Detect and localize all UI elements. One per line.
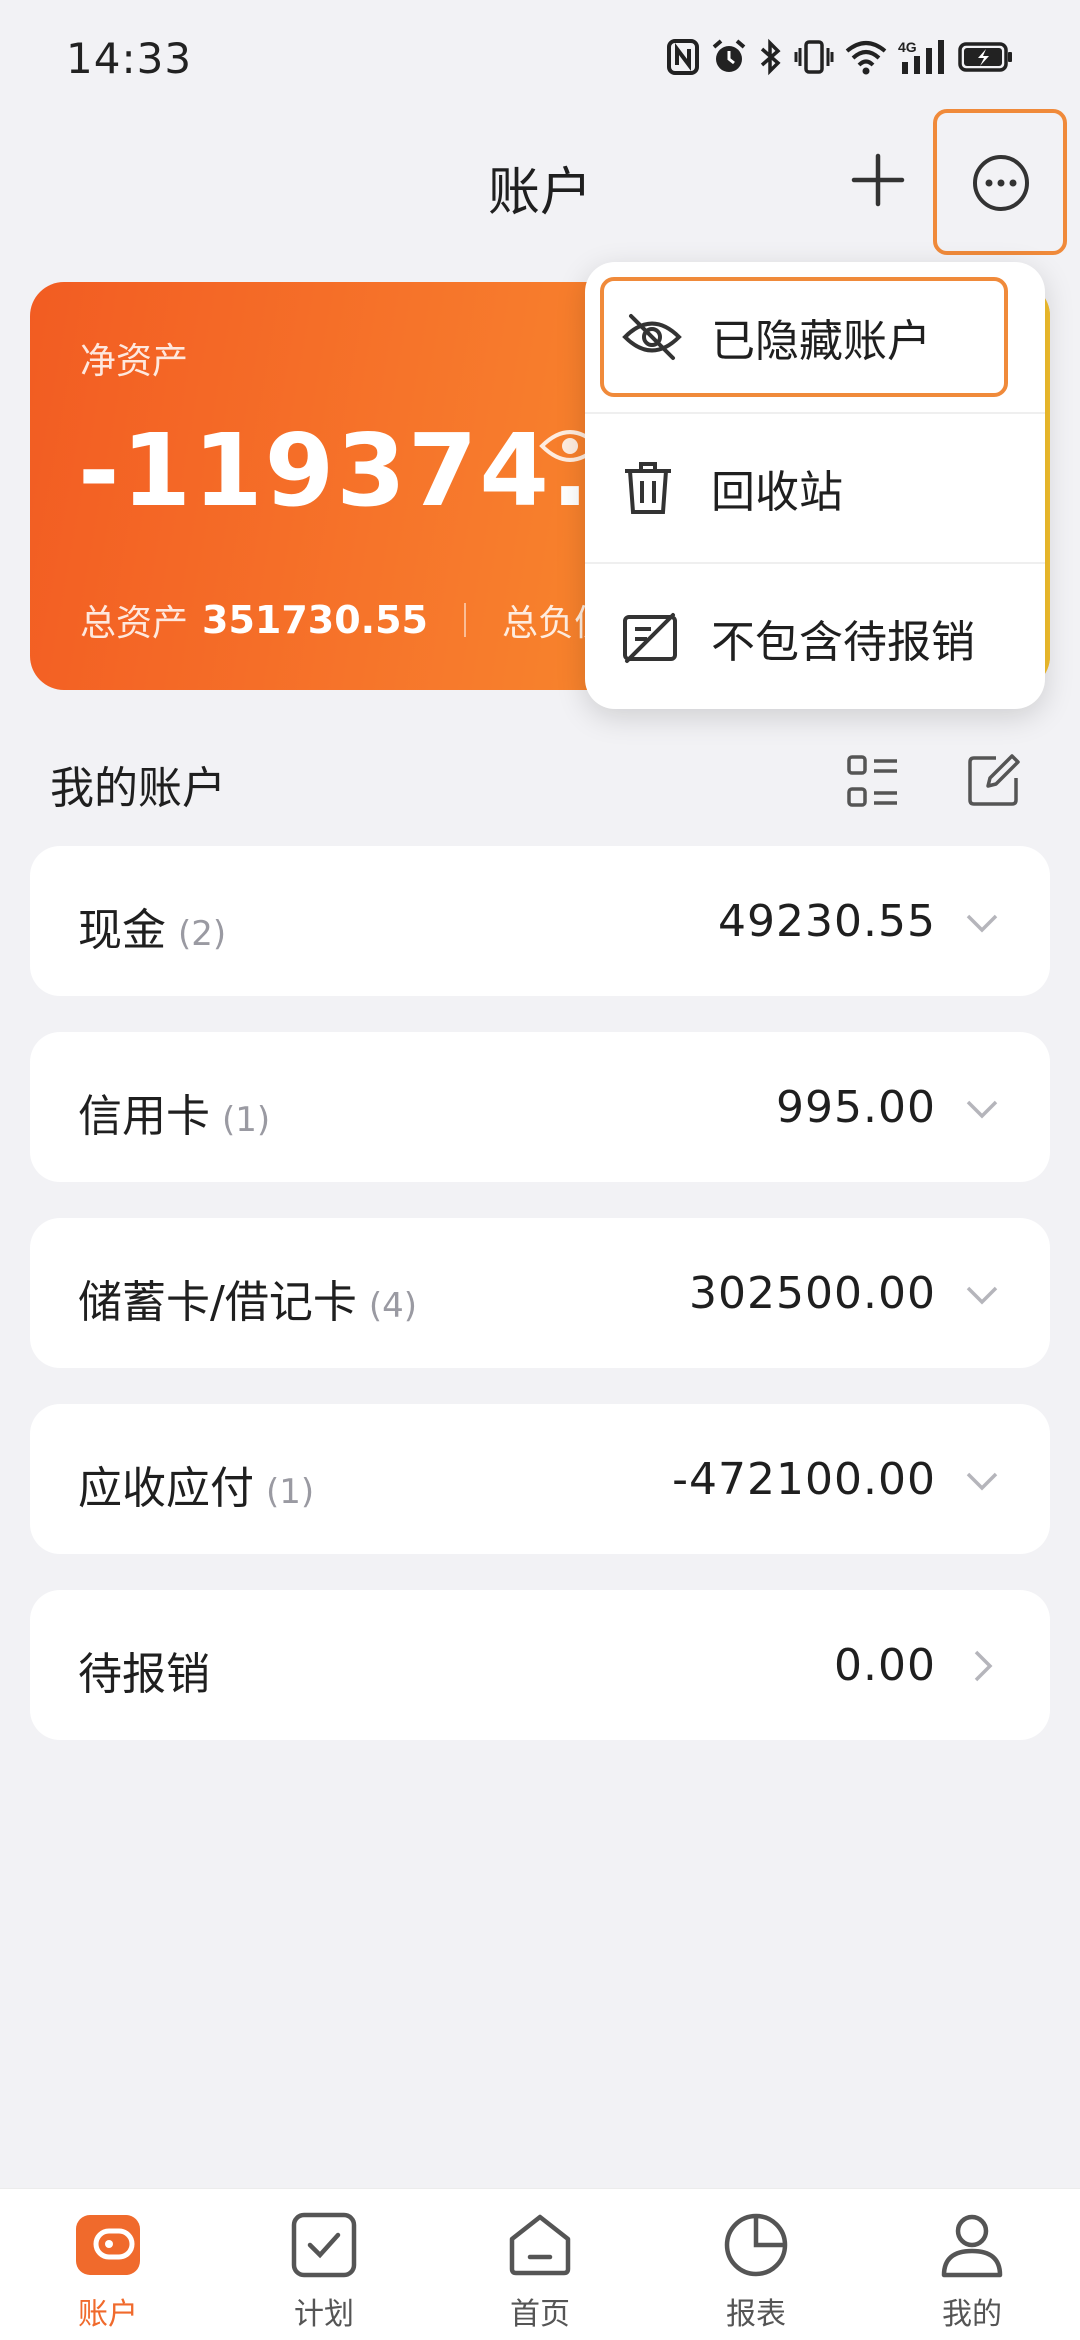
account-name-text: 现金 [78,905,166,956]
wifi-icon [845,41,887,75]
account-row-reimbursement[interactable]: 待报销 0.00 [30,1590,1050,1740]
nav-item-accounts[interactable]: 账户 [0,2189,216,2340]
account-name: 信用卡 (1) [78,1080,270,1144]
bluetooth-icon [760,38,781,76]
section-title: 我的账户 [50,763,226,814]
pie-chart-icon [724,2213,788,2277]
wallet-icon [76,2215,140,2275]
nav-item-plan[interactable]: 计划 [216,2189,432,2340]
account-name: 现金 (2) [78,894,226,958]
account-count: (2) [178,914,227,954]
nav-item-profile[interactable]: 我的 [864,2189,1080,2340]
nfc-icon [667,39,699,75]
account-amount: 49230.55 [718,896,936,947]
header: 账户 [0,120,1080,240]
account-name: 应收应付 (1) [78,1452,314,1516]
account-name: 待报销 [78,1638,210,1702]
network-type-label: 4G [898,39,917,55]
account-row-cash[interactable]: 现金 (2) 49230.55 [30,846,1050,996]
person-icon [941,2214,1003,2278]
menu-item-hidden-accounts[interactable]: 已隐藏账户 [585,262,1045,412]
trash-icon [625,462,671,514]
account-count: (1) [222,1100,271,1140]
alarm-icon [712,39,746,72]
nav-label: 报表 [726,2297,786,2332]
status-icons: 4G [666,38,1014,76]
selection-highlight [600,277,1008,397]
bottom-nav: 账户 计划 首页 报表 我的 [0,2188,1080,2340]
nav-item-home[interactable]: 首页 [432,2189,648,2340]
account-count: (4) [368,1286,417,1326]
signal-icon: 4G [898,39,944,74]
asset-summary: 总资产 351730.55 总负债 [80,594,610,646]
summary-divider [463,603,466,637]
net-asset-integer: -119374. [78,412,591,529]
battery-icon [958,42,1012,72]
chevron-down-icon[interactable] [964,904,1000,940]
status-time: 14:33 [66,34,193,83]
account-amount: 302500.00 [689,1268,936,1319]
plus-icon [851,153,905,207]
nav-label: 我的 [942,2297,1002,2332]
nav-item-reports[interactable]: 报表 [648,2189,864,2340]
account-amount: -472100.00 [672,1454,936,1505]
account-name-text: 待报销 [78,1649,210,1700]
account-name-text: 信用卡 [78,1091,210,1142]
list-view-icon[interactable] [846,754,900,808]
account-name: 储蓄卡/借记卡 (4) [78,1266,417,1330]
account-amount: 995.00 [776,1082,936,1133]
chevron-down-icon[interactable] [964,1462,1000,1498]
account-row-credit-card[interactable]: 信用卡 (1) 995.00 [30,1032,1050,1182]
net-asset-label: 净资产 [80,341,189,382]
account-count: (1) [266,1472,315,1512]
checkbox-icon [291,2212,357,2278]
no-receipt-icon [623,613,677,663]
chevron-right-icon[interactable] [964,1648,1000,1684]
total-assets-value: 351730.55 [202,598,428,642]
account-row-debit-card[interactable]: 储蓄卡/借记卡 (4) 302500.00 [30,1218,1050,1368]
home-icon [509,2214,571,2276]
menu-item-recycle-bin[interactable]: 回收站 [585,412,1045,562]
account-row-receivables[interactable]: 应收应付 (1) -472100.00 [30,1404,1050,1554]
more-options-button[interactable] [933,109,1067,255]
vibrate-icon [794,40,834,74]
menu-item-label: 不包含待报销 [711,617,975,668]
total-assets-label: 总资产 [80,603,189,644]
nav-label: 账户 [78,2297,138,2332]
account-name-text: 储蓄卡/借记卡 [78,1277,357,1328]
more-icon [973,155,1029,211]
edit-icon[interactable] [966,752,1022,808]
account-name-text: 应收应付 [78,1463,254,1514]
menu-item-label: 回收站 [711,467,843,518]
nav-label: 首页 [510,2297,570,2332]
status-bar: 14:33 4G [0,0,1080,120]
menu-item-exclude-reimbursement[interactable]: 不包含待报销 [585,562,1045,712]
chevron-down-icon[interactable] [964,1090,1000,1126]
chevron-down-icon[interactable] [964,1276,1000,1312]
nav-label: 计划 [294,2297,354,2332]
add-account-button[interactable] [846,148,910,212]
more-options-menu: 已隐藏账户 回收站 不包含待报销 [585,262,1045,709]
account-amount: 0.00 [834,1640,936,1691]
page-title: 账户 [487,163,592,223]
